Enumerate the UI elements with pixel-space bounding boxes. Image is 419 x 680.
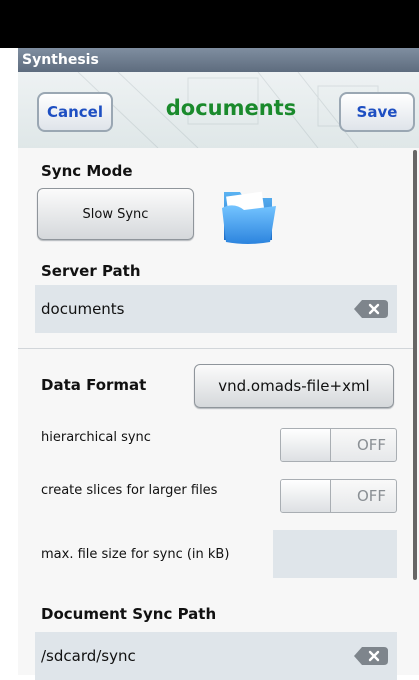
data-format-label: Data Format: [41, 376, 147, 394]
document-sync-path-input[interactable]: /sdcard/sync: [35, 632, 397, 680]
scrollbar[interactable]: [413, 150, 417, 580]
server-path-value: documents: [41, 300, 125, 318]
app-title-bar: Synthesis: [18, 48, 419, 72]
page-title: documents: [165, 96, 297, 120]
cancel-button[interactable]: Cancel: [37, 92, 113, 132]
sync-mode-label: Sync Mode: [41, 162, 133, 180]
sync-mode-button-label: Slow Sync: [82, 206, 149, 222]
status-bar: [0, 0, 419, 48]
hierarchical-sync-toggle[interactable]: OFF: [280, 428, 397, 462]
document-sync-path-label: Document Sync Path: [41, 605, 217, 623]
save-button[interactable]: Save: [339, 92, 415, 132]
folder-icon: [220, 182, 278, 246]
create-slices-toggle[interactable]: OFF: [280, 479, 397, 513]
server-path-label: Server Path: [41, 262, 141, 280]
toggle-knob: [281, 429, 331, 461]
document-sync-path-value: /sdcard/sync: [41, 647, 136, 665]
section-divider: [18, 348, 413, 349]
toggle-state: OFF: [356, 436, 386, 454]
header-bar: Cancel documents Save: [18, 72, 419, 149]
hierarchical-sync-label: hierarchical sync: [41, 430, 151, 445]
document-sync-path-clear-icon[interactable]: [354, 647, 388, 665]
app-title: Synthesis: [22, 52, 99, 68]
data-format-button[interactable]: vnd.omads-file+xml: [194, 364, 394, 408]
server-path-clear-icon[interactable]: [354, 300, 388, 318]
max-file-size-input[interactable]: [273, 530, 397, 578]
max-file-size-label: max. file size for sync (in kB): [41, 547, 230, 562]
create-slices-label: create slices for larger files: [41, 483, 218, 498]
save-button-label: Save: [356, 103, 398, 121]
toggle-state: OFF: [356, 487, 386, 505]
server-path-input[interactable]: documents: [35, 285, 397, 333]
cancel-button-label: Cancel: [46, 103, 103, 121]
toggle-knob: [281, 480, 331, 512]
data-format-button-label: vnd.omads-file+xml: [218, 377, 370, 395]
left-gutter: [0, 48, 18, 675]
sync-mode-button[interactable]: Slow Sync: [37, 188, 194, 240]
